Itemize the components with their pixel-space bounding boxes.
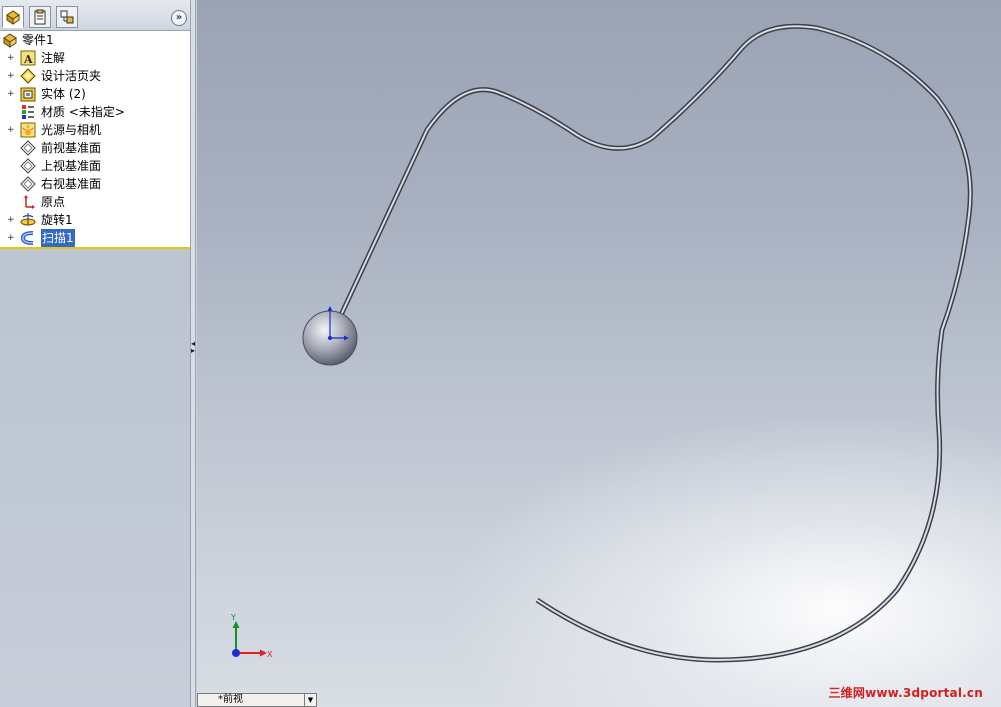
tree-item-revolve1[interactable]: + 旋转1 [0, 211, 190, 229]
tree-item-label: 原点 [41, 195, 66, 209]
tree-item-sweep1[interactable]: + 扫描1 [0, 229, 190, 247]
watermark: 三维网www.3dportal.cn [828, 686, 983, 700]
plane-icon [20, 176, 36, 192]
tree-item-label: 实体 (2) [41, 87, 86, 101]
tree-root-label: 零件1 [22, 33, 54, 47]
sweep-path[interactable] [338, 23, 973, 663]
expand-icon[interactable]: + [7, 90, 15, 99]
expand-icon[interactable]: + [7, 72, 15, 81]
property-manager-tab[interactable] [29, 6, 51, 28]
tree-item-label: 设计活页夹 [41, 69, 102, 83]
tree-item-label: 注解 [41, 51, 66, 65]
tree-item-label: 光源与相机 [41, 123, 102, 137]
splitter-grip-icon[interactable]: ◂ ▸ [191, 340, 195, 355]
configuration-manager-tab[interactable] [56, 6, 78, 28]
tree-item-label: 扫描1 [41, 229, 75, 247]
tree-item-design-binder[interactable]: + 设计活页夹 [0, 67, 190, 85]
feature-manager-tab[interactable] [2, 6, 24, 28]
revolve-icon [20, 213, 36, 226]
expand-panel-button[interactable]: » [171, 10, 187, 26]
triad-y-label: Y [230, 613, 236, 622]
tree-item-front-plane[interactable]: 前视基准面 [0, 139, 190, 157]
tree-item-right-plane[interactable]: 右视基准面 [0, 175, 190, 193]
tree-item-label: 材质 <未指定> [41, 105, 125, 119]
expand-icon[interactable]: + [7, 126, 15, 135]
view-tab-label: *前视 [218, 694, 243, 705]
tree-item-solid-bodies[interactable]: + 实体 (2) [0, 85, 190, 103]
tree-item-origin[interactable]: 原点 [0, 193, 190, 211]
design-binder-icon [20, 68, 36, 84]
tree-item-material[interactable]: 材质 <未指定> [0, 103, 190, 121]
sweep-icon [20, 231, 34, 245]
property-manager-icon [34, 9, 46, 25]
tree-root-part[interactable]: 零件1 [0, 31, 190, 49]
tree-item-label: 上视基准面 [41, 159, 102, 173]
tree-item-label: 前视基准面 [41, 141, 102, 155]
tree-item-annotations[interactable]: + A 注解 [0, 49, 190, 67]
view-orientation-triad: Y X [230, 613, 273, 659]
panel-tab-bar: » [0, 0, 190, 31]
tree-item-top-plane[interactable]: 上视基准面 [0, 157, 190, 175]
tree-item-label: 旋转1 [41, 213, 73, 227]
plane-icon [20, 140, 36, 156]
model-scene: Y X [230, 23, 973, 663]
origin-icon [24, 195, 35, 209]
material-icon [22, 105, 34, 119]
feature-tree: 零件1 + A 注解 + 设计活页夹 + 实体 (2) 材质 <未指定> + 光… [0, 31, 190, 249]
expand-icon[interactable]: + [7, 216, 15, 225]
part-icon [3, 33, 17, 48]
tree-item-lights-cameras[interactable]: + 光源与相机 [0, 121, 190, 139]
graphics-viewport[interactable]: Y X [197, 0, 1001, 707]
plane-icon [20, 158, 36, 174]
panel-splitter[interactable]: ◂ ▸ [190, 0, 196, 707]
feature-manager-panel: » 零件1 + A 注解 + 设计活页夹 + 实体 (2) 材质 <未指定> +… [0, 0, 191, 707]
solid-bodies-icon [20, 87, 36, 102]
svg-text:A: A [23, 53, 33, 66]
feature-tree-icon [6, 10, 20, 25]
annotation-icon: A [20, 50, 36, 66]
lights-cameras-icon [20, 122, 36, 138]
view-tab[interactable]: *前视 ▼ [197, 693, 317, 707]
triad-x-label: X [267, 650, 273, 659]
view-tab-dropdown-icon[interactable]: ▼ [304, 694, 316, 706]
expand-icon[interactable]: + [7, 54, 15, 63]
tree-item-label: 右视基准面 [41, 177, 102, 191]
configuration-manager-icon [60, 10, 74, 24]
expand-icon[interactable]: + [7, 234, 15, 243]
